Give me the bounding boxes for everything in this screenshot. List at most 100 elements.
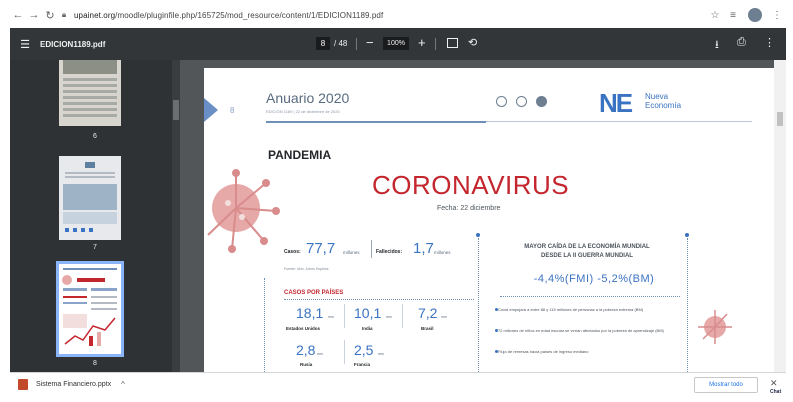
thumbnail-sidebar[interactable]: 6 7 8: [10, 60, 180, 372]
url-host: upainet.org: [74, 10, 116, 20]
country-unit: mm: [328, 315, 334, 319]
country-value: 2,5: [354, 342, 374, 358]
country-value: 10,1: [354, 305, 382, 321]
browser-window: ← → ↻ 🔒︎ upainet.org/moodle/pluginfile.p…: [0, 0, 793, 402]
header-title: Anuario 2020: [266, 90, 350, 106]
source-note: Fuente: Univ. Johns Hopkins: [284, 267, 329, 271]
header-rule: [266, 121, 486, 123]
page-scrollbar[interactable]: [774, 60, 786, 372]
more-options-icon[interactable]: ⋮: [764, 36, 775, 49]
deaths-unit: millones: [434, 250, 451, 255]
download-bar: Sistema Financiero.pptx ^ Mostrar todo ✕…: [10, 372, 786, 396]
deaths-label: Fallecidos:: [376, 249, 403, 255]
divider-dot: [476, 233, 480, 237]
economy-heading-line-1: MAYOR CAÍDA DE LA ECONOMÍA MUNDIAL: [524, 244, 650, 250]
country-value: 7,2: [418, 305, 438, 321]
thumbnail-page-6[interactable]: [59, 60, 121, 126]
page-number-input[interactable]: 8: [316, 37, 330, 50]
page-count: / 48: [334, 39, 348, 48]
country-divider: [344, 340, 345, 364]
page-number: 8: [230, 106, 235, 115]
back-icon[interactable]: ←: [10, 9, 26, 21]
fit-page-icon[interactable]: [447, 38, 458, 48]
header-rule: [486, 121, 752, 122]
page-scroll-thumb[interactable]: [777, 112, 783, 126]
country-unit: mm: [317, 352, 323, 356]
cases-value: 77,7: [306, 240, 336, 257]
country-name: Brasil: [421, 326, 434, 331]
playlist-icon[interactable]: ≡: [724, 10, 742, 21]
reload-icon[interactable]: ↻: [42, 9, 58, 22]
chevron-up-icon[interactable]: ^: [121, 380, 125, 389]
small-virus-icon: [698, 310, 732, 344]
countries-rule: [284, 299, 474, 300]
economy-bullet: Covid empujará a entre 88 y 115 millones…: [495, 305, 674, 314]
lock-icon[interactable]: 🔒︎: [58, 10, 70, 20]
thumbnail-page-8-selected[interactable]: [56, 261, 124, 357]
toolbar-divider: [435, 38, 436, 50]
header-subtitle: EDICIÓN 1189 | 22 de diciembre de 2020: [266, 109, 340, 114]
divider-dashed: [264, 278, 265, 372]
section-heading: PANDEMIA: [268, 148, 332, 162]
zoom-in-button[interactable]: +: [418, 35, 426, 50]
pdf-viewer: 6 7 8 8 Anuario 2020 EDICIÓN 1189 | 22 d…: [10, 60, 786, 372]
thumbnail-7-content: [63, 162, 117, 232]
country-value: 2,8: [296, 342, 316, 358]
country-unit: mm: [386, 315, 392, 319]
toolbar-divider: [356, 38, 357, 50]
url-path: /moodle/pluginfile.php/165725/mod_resour…: [115, 10, 384, 20]
chat-badge[interactable]: Chat: [770, 389, 781, 395]
thumbnail-6-content: [63, 60, 117, 117]
country-value: 18,1: [296, 305, 324, 321]
pdf-toolbar: ☰ EDICION1189.pdf 8 / 48 − 100% + ⟲ ⭳ ⎙ …: [10, 28, 786, 60]
countries-heading: CASOS POR PAÍSES: [284, 290, 344, 296]
page-tab-marker: [204, 98, 218, 122]
logo-text: Nueva Economía: [645, 92, 681, 110]
economy-bullet: Flujo de remesas hacia países de ingreso…: [495, 347, 674, 356]
document-title: EDICION1189.pdf: [40, 39, 106, 49]
powerpoint-file-icon: [18, 379, 28, 390]
stats-divider: [371, 240, 372, 258]
deaths-value: 1,7: [413, 240, 434, 257]
thumbnail-number: 8: [93, 360, 97, 367]
url-field[interactable]: upainet.org/moodle/pluginfile.php/165725…: [74, 11, 706, 20]
thumbnail-8-content: [62, 268, 117, 346]
country-name: Rusia: [300, 362, 313, 367]
zoom-out-button[interactable]: −: [366, 35, 374, 50]
avatar[interactable]: [748, 8, 762, 22]
divider-dashed: [478, 238, 479, 372]
thumbnail-page-7[interactable]: [59, 156, 121, 240]
zoom-input[interactable]: 100%: [383, 37, 409, 50]
economy-value: -4,4%(FMI) -5,2%(BM): [533, 273, 655, 285]
pdf-page: 8 Anuario 2020 EDICIÓN 1189 | 22 de dici…: [204, 68, 774, 372]
web-icon: [536, 96, 547, 107]
browser-menu-icon[interactable]: ⋮: [768, 10, 786, 21]
download-file-name[interactable]: Sistema Financiero.pptx: [36, 381, 111, 388]
star-icon[interactable]: ☆: [706, 10, 724, 21]
economy-heading-line-2: DESDE LA II GUERRA MUNDIAL: [541, 253, 633, 259]
close-icon[interactable]: ✕: [770, 378, 778, 389]
show-all-button[interactable]: Mostrar todo: [694, 377, 758, 393]
country-name: India: [362, 326, 373, 331]
print-icon[interactable]: ⎙: [737, 36, 746, 49]
forward-icon[interactable]: →: [26, 9, 42, 21]
logo-text-2: Economía: [645, 101, 682, 110]
download-icon[interactable]: ⭳: [715, 36, 719, 55]
sidebar-scroll-thumb[interactable]: [173, 100, 179, 120]
country-divider: [402, 304, 403, 328]
main-title: CORONAVIRUS: [372, 170, 570, 200]
country-unit: mm: [378, 352, 384, 356]
virus-illustration-icon: [207, 169, 280, 253]
country-name: Francia: [354, 362, 371, 367]
country-divider: [344, 304, 345, 328]
thumbnail-number: 7: [93, 244, 97, 251]
economy-heading: MAYOR CAÍDA DE LA ECONOMÍA MUNDIAL DESDE …: [498, 243, 676, 261]
divider-dot: [685, 233, 689, 237]
date-line: Fecha: 22 diciembre: [437, 205, 501, 212]
cases-label: Casos:: [284, 249, 301, 255]
cases-unit: millones: [343, 250, 360, 255]
menu-icon[interactable]: ☰: [10, 38, 40, 51]
country-unit: mm: [441, 315, 447, 319]
rotate-icon[interactable]: ⟲: [468, 36, 477, 49]
nueva-economia-logo: NE: [599, 88, 633, 118]
